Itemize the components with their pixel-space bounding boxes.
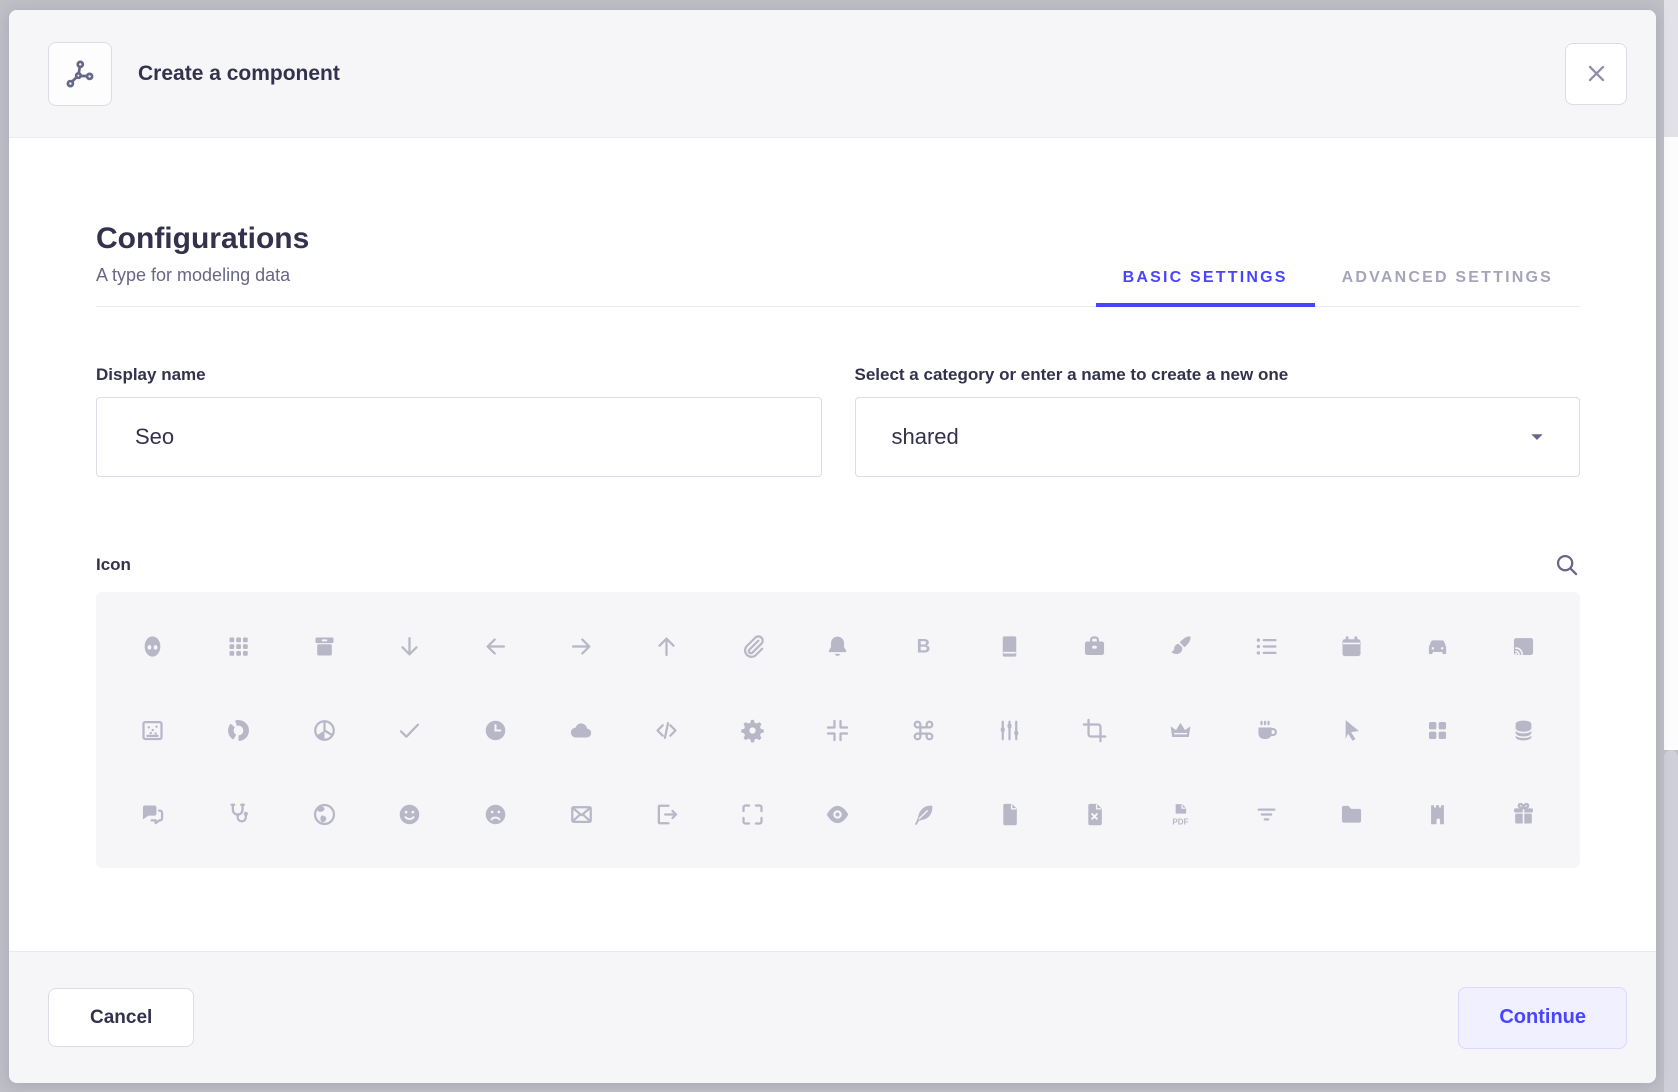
check-icon[interactable]	[396, 717, 423, 744]
brush-icon[interactable]	[1167, 633, 1194, 660]
settings-tabs: BASIC SETTINGS ADVANCED SETTINGS	[1096, 269, 1580, 306]
cast-icon[interactable]	[1510, 633, 1537, 660]
feather-icon[interactable]	[910, 801, 937, 828]
chart-circle-icon[interactable]	[225, 717, 252, 744]
tab-basic-settings[interactable]: BASIC SETTINGS	[1096, 269, 1315, 307]
arrow-left-icon[interactable]	[482, 633, 509, 660]
form-fields-row: Display name Select a category or enter …	[96, 365, 1580, 477]
arrow-down-icon[interactable]	[396, 633, 423, 660]
cloud-icon[interactable]	[568, 717, 595, 744]
crop-icon[interactable]	[1081, 717, 1108, 744]
gate-icon[interactable]	[1424, 801, 1451, 828]
alien-icon[interactable]	[139, 633, 166, 660]
category-label: Select a category or enter a name to cre…	[855, 365, 1581, 385]
tab-advanced-settings[interactable]: ADVANCED SETTINGS	[1315, 269, 1580, 307]
emotion-unhappy-icon[interactable]	[482, 801, 509, 828]
modal-body: Configurations A type for modeling data …	[9, 138, 1656, 951]
icon-search-button[interactable]	[1553, 551, 1580, 578]
icon-grid: B PDF	[96, 592, 1580, 868]
cog-icon[interactable]	[739, 717, 766, 744]
briefcase-icon[interactable]	[1081, 633, 1108, 660]
section-header: Configurations A type for modeling data …	[96, 222, 1580, 307]
database-icon[interactable]	[1510, 717, 1537, 744]
svg-text:PDF: PDF	[1172, 817, 1188, 826]
cup-icon[interactable]	[1253, 717, 1280, 744]
folder-icon[interactable]	[1338, 801, 1365, 828]
modal-footer: Cancel Continue	[9, 951, 1656, 1083]
bold-icon[interactable]: B	[910, 633, 937, 660]
apps-icon[interactable]	[225, 633, 252, 660]
svg-text:B: B	[917, 636, 931, 657]
expand-icon[interactable]	[739, 801, 766, 828]
component-icon	[48, 42, 112, 106]
exit-icon[interactable]	[653, 801, 680, 828]
category-selected-value: shared	[892, 424, 959, 450]
section-title: Configurations	[96, 222, 309, 255]
car-icon[interactable]	[1424, 633, 1451, 660]
section-subtitle: A type for modeling data	[96, 265, 309, 286]
code-icon[interactable]	[653, 717, 680, 744]
gift-icon[interactable]	[1510, 801, 1537, 828]
dashboard-icon[interactable]	[1424, 717, 1451, 744]
chevron-down-icon	[1525, 425, 1549, 449]
attachment-icon[interactable]	[739, 633, 766, 660]
archive-icon[interactable]	[311, 633, 338, 660]
icon-picker-label: Icon	[96, 555, 131, 575]
bell-icon[interactable]	[824, 633, 851, 660]
collapse-icon[interactable]	[824, 717, 851, 744]
display-name-label: Display name	[96, 365, 822, 385]
display-name-field: Display name	[96, 365, 822, 477]
modal-title: Create a component	[138, 62, 1539, 86]
modal-header: Create a component	[9, 10, 1656, 138]
chart-bubble-icon[interactable]	[139, 717, 166, 744]
display-name-input[interactable]	[133, 423, 791, 451]
book-icon[interactable]	[996, 633, 1023, 660]
filter-icon[interactable]	[1253, 801, 1280, 828]
arrow-right-icon[interactable]	[568, 633, 595, 660]
close-icon	[1583, 60, 1610, 87]
eye-icon[interactable]	[824, 801, 851, 828]
emotion-happy-icon[interactable]	[396, 801, 423, 828]
page-gutter-top	[1664, 0, 1678, 137]
command-icon[interactable]	[910, 717, 937, 744]
arrow-up-icon[interactable]	[653, 633, 680, 660]
cursor-icon[interactable]	[1338, 717, 1365, 744]
icon-picker-section: Icon B PDF	[96, 551, 1580, 868]
search-icon	[1553, 551, 1580, 578]
clock-icon[interactable]	[482, 717, 509, 744]
create-component-modal: Create a component Configurations A type…	[9, 10, 1656, 1083]
discuss-icon[interactable]	[139, 801, 166, 828]
page-scrollbar-thumb[interactable]	[1664, 750, 1678, 1092]
continue-button[interactable]: Continue	[1458, 987, 1627, 1049]
page-gutter-track	[1664, 137, 1678, 750]
envelop-icon[interactable]	[568, 801, 595, 828]
close-button[interactable]	[1565, 43, 1627, 105]
bullet-list-icon[interactable]	[1253, 633, 1280, 660]
section-titles: Configurations A type for modeling data	[96, 222, 309, 306]
file-icon[interactable]	[996, 801, 1023, 828]
category-select[interactable]: shared	[855, 397, 1581, 477]
chart-pie-icon[interactable]	[311, 717, 338, 744]
earth-icon[interactable]	[311, 801, 338, 828]
cancel-button[interactable]: Cancel	[48, 988, 194, 1047]
calendar-icon[interactable]	[1338, 633, 1365, 660]
doctor-icon[interactable]	[225, 801, 252, 828]
category-field: Select a category or enter a name to cre…	[855, 365, 1581, 477]
crown-icon[interactable]	[1167, 717, 1194, 744]
file-error-icon[interactable]	[1081, 801, 1108, 828]
sliders-icon[interactable]	[996, 717, 1023, 744]
file-pdf-icon[interactable]: PDF	[1167, 801, 1194, 828]
